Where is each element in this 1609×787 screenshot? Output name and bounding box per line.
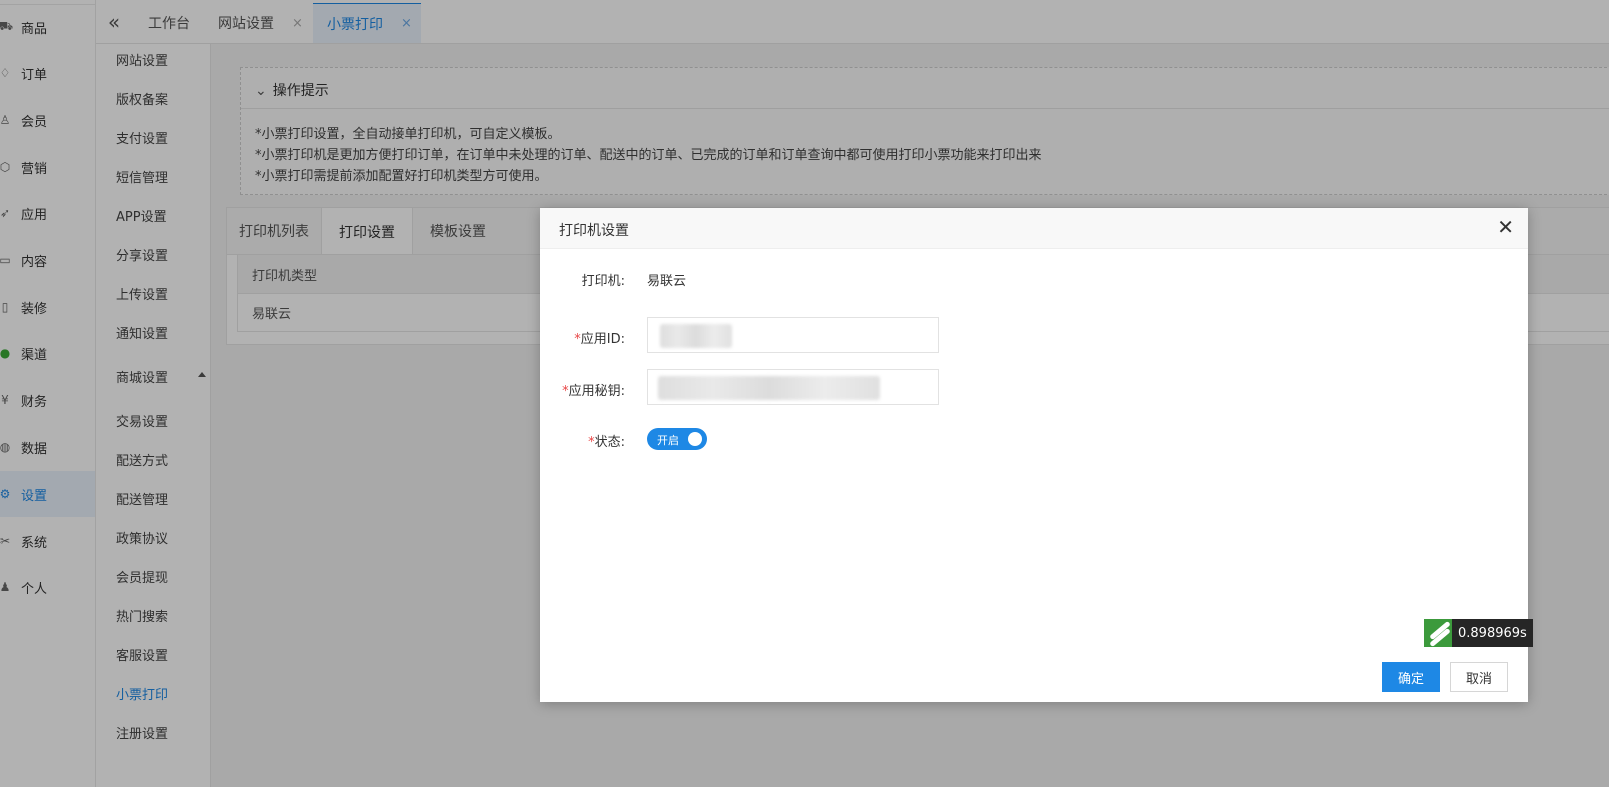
confirm-button[interactable]: 确定 bbox=[1382, 662, 1440, 692]
status-toggle[interactable]: 开启 bbox=[647, 428, 707, 450]
close-icon[interactable]: ✕ bbox=[1497, 216, 1514, 238]
printer-label: 打印机: bbox=[581, 274, 625, 289]
app-id-label-text: 应用ID: bbox=[580, 332, 625, 347]
status-label: *状态: bbox=[588, 431, 625, 450]
timer-logo-icon bbox=[1424, 619, 1452, 647]
app-id-label: *应用ID: bbox=[574, 328, 625, 347]
redacted-value bbox=[658, 376, 880, 400]
dialog-header: 打印机设置 ✕ bbox=[540, 208, 1528, 249]
toggle-label: 开启 bbox=[657, 434, 679, 447]
printer-value: 易联云 bbox=[647, 274, 687, 289]
app-secret-label: *应用秘钥: bbox=[562, 380, 625, 399]
app-secret-input[interactable] bbox=[647, 369, 939, 405]
status-label-text: 状态: bbox=[594, 435, 625, 450]
app-id-input[interactable] bbox=[647, 317, 939, 353]
performance-timer: 0.898969s bbox=[1424, 619, 1533, 647]
toggle-knob bbox=[688, 432, 702, 446]
cancel-button[interactable]: 取消 bbox=[1450, 662, 1508, 692]
redacted-value bbox=[660, 324, 732, 348]
timer-value: 0.898969s bbox=[1452, 619, 1533, 647]
app-secret-label-text: 应用秘钥: bbox=[568, 384, 625, 399]
printer-settings-dialog: 打印机设置 ✕ 打印机: 易联云 *应用ID: *应用秘钥: *状态: 开启 0… bbox=[540, 208, 1533, 702]
dialog-title: 打印机设置 bbox=[559, 223, 629, 239]
